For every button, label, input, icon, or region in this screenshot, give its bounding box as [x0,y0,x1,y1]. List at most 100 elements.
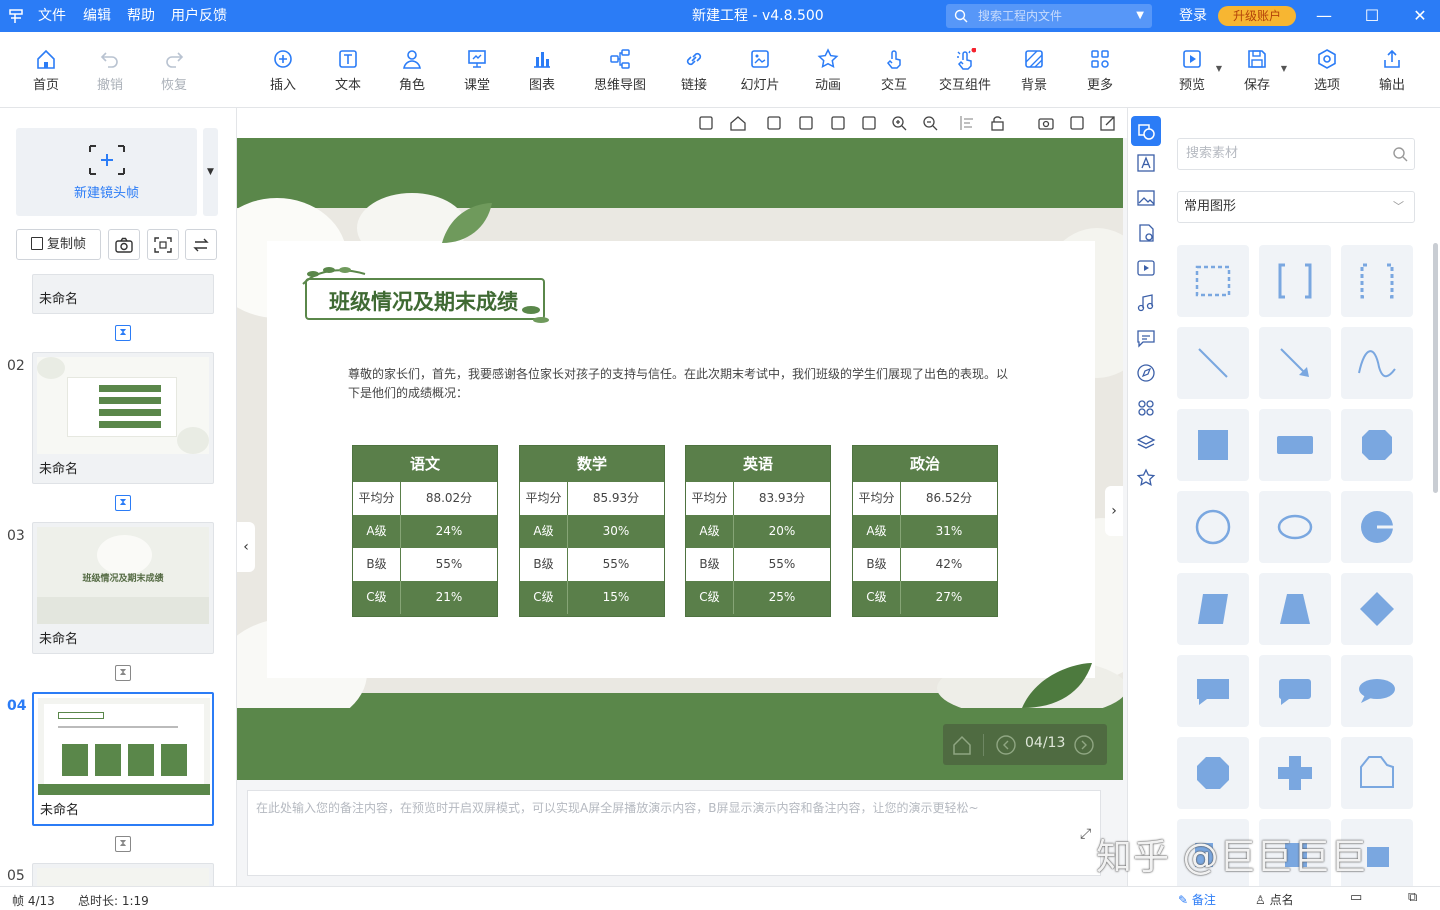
copy-icon[interactable] [829,114,847,132]
collapse-right-tab[interactable]: › [1105,486,1123,536]
shape-brackets-dashed[interactable] [1341,245,1413,317]
score-table[interactable]: 英语 平均分 83.93分 A级 20% B级 55% C级 25% [685,445,831,617]
favorite-star-icon[interactable] [1135,467,1157,489]
score-table[interactable]: 语文 平均分 88.02分 A级 24% B级 55% C级 21% [352,445,498,617]
shape-ellipse[interactable] [1259,491,1331,563]
shape-parallelogram[interactable] [1177,573,1249,645]
toolbar-bar-chart-button[interactable]: 图表 [516,32,568,108]
rotate-right-icon[interactable] [797,114,815,132]
toolbar-text-button[interactable]: 文本 [322,32,374,108]
align-frame-icon[interactable] [697,114,715,132]
toolbar-undo-button[interactable]: 撤销 [84,32,136,108]
assets-search-input[interactable]: 搜索素材 [1177,138,1415,170]
score-table[interactable]: 政治 平均分 86.52分 A级 31% B级 42% C级 27% [852,445,998,617]
screen-icon[interactable]: ▭ [1350,890,1362,905]
edit-icon[interactable] [1099,114,1117,132]
shape-arrow[interactable] [1259,327,1331,399]
frame-thumb-5[interactable] [32,863,214,886]
next-icon[interactable] [1073,734,1095,756]
zoom-in-icon[interactable] [890,114,908,132]
shape-brackets[interactable] [1259,245,1331,317]
shape-diamond[interactable] [1341,573,1413,645]
frame-thumb-2[interactable]: 未命名 [32,352,214,484]
toolbar-mindmap-button[interactable]: 思维导图 [585,32,655,108]
frame-settings-icon[interactable] [1068,114,1086,132]
toolbar-preview-button[interactable]: 预览 ▼ [1166,32,1222,108]
search-icon[interactable] [1392,146,1408,162]
toolbar-save-button[interactable]: 保存 ▼ [1231,32,1287,108]
align-left-icon[interactable] [958,114,976,132]
document-icon[interactable] [1135,222,1157,244]
shape-freeform[interactable] [1341,737,1413,809]
compass-icon[interactable] [1135,362,1157,384]
score-table[interactable]: 数学 平均分 85.93分 A级 30% B级 55% C级 15% [519,445,665,617]
maximize-icon[interactable]: ☐ [1352,0,1392,32]
prev-icon[interactable] [995,734,1017,756]
minimize-icon[interactable]: — [1304,0,1344,32]
copy-frame-button[interactable]: 复制帧 [16,229,101,260]
new-frame-button[interactable]: 新建镜头帧 [16,128,197,216]
toolbar-background-button[interactable]: 背景 [1008,32,1060,108]
rollcall-button[interactable]: ♙ 点名 [1255,891,1294,908]
transition-button[interactable] [185,229,217,260]
toolbar-options-button[interactable]: 选项 [1301,32,1353,108]
toolbar-classroom-button[interactable]: 课堂 [451,32,503,108]
window-icon[interactable]: ⧉ [1408,890,1417,905]
shape-rect-dashed[interactable] [1177,245,1249,317]
close-icon[interactable]: ✕ [1400,0,1440,32]
paste-icon[interactable] [860,114,878,132]
collapse-left-tab[interactable]: ‹ [237,522,255,572]
shape-speech-rounded[interactable] [1259,655,1331,727]
layers-icon[interactable] [1135,432,1157,454]
shape-trapezoid[interactable] [1259,573,1331,645]
notes-toggle[interactable]: ✎ 备注 [1178,891,1216,908]
frame-thumb-3[interactable]: 班级情况及期末成绩 未命名 [32,522,214,654]
toolbar-interactive-component-button[interactable]: 交互组件 [934,32,996,108]
menu-file[interactable]: 文件 [38,0,66,32]
slide-intro-text[interactable]: 尊敬的家长们，首先，我要感谢各位家长对孩子的支持与信任。在此次期末考试中，我们班… [348,365,1013,403]
comment-icon[interactable] [1135,327,1157,349]
home-icon[interactable] [951,734,973,756]
menu-feedback[interactable]: 用户反馈 [171,0,227,32]
slide-title[interactable]: 班级情况及期末成绩 [329,286,518,316]
zoom-out-icon[interactable] [921,114,939,132]
video-icon[interactable] [1135,257,1157,279]
shapes-tab-icon[interactable] [1131,116,1161,146]
app-logo-icon[interactable] [8,8,24,24]
upgrade-button[interactable]: 升级账户 [1218,6,1296,26]
toolbar-star-button[interactable]: 动画 [802,32,854,108]
toolbar-grid-more-button[interactable]: 更多 [1074,32,1126,108]
toolbar-export-button[interactable]: 输出 [1366,32,1418,108]
shape-rect[interactable] [1259,409,1331,481]
shape-line[interactable] [1177,327,1249,399]
home-view-icon[interactable] [729,114,747,132]
panel-scrollbar[interactable] [1433,243,1438,493]
chevron-down-icon[interactable]: ▼ [1216,64,1222,73]
new-frame-dropdown[interactable]: ▼ [203,128,218,216]
toolbar-home-button[interactable]: 首页 [20,32,72,108]
expand-icon[interactable]: ⤢ [1080,826,1091,842]
shape-speech-rect[interactable] [1177,655,1249,727]
transition-icon[interactable]: ⧗ [115,665,131,681]
transition-icon[interactable]: ⧗ [115,495,131,511]
shape-category-select[interactable]: 常用图形 ﹀ [1177,191,1415,223]
toolbar-redo-button[interactable]: 恢复 [148,32,200,108]
login-link[interactable]: 登录 [1179,0,1207,32]
camera-icon[interactable] [1037,114,1055,132]
project-search-input[interactable]: 搜索工程内文件 ▼ [946,4,1152,28]
camera-frame-button[interactable] [108,229,140,260]
image-icon[interactable] [1135,187,1157,209]
chevron-down-icon[interactable]: ▼ [1136,4,1144,28]
toolbar-person-button[interactable]: 角色 [386,32,438,108]
frame-thumb-1[interactable]: 未命名 [32,274,214,314]
menu-help[interactable]: 帮助 [127,0,155,32]
shape-circle-cut[interactable] [1341,491,1413,563]
shape-curve[interactable] [1341,327,1413,399]
shape-speech-ellipse[interactable] [1341,655,1413,727]
shape-octagon-rounded[interactable] [1341,409,1413,481]
components-icon[interactable] [1135,397,1157,419]
shape-circle[interactable] [1177,491,1249,563]
rotate-left-icon[interactable] [765,114,783,132]
text-frame-icon[interactable] [1135,152,1157,174]
toolbar-slides-button[interactable]: 幻灯片 [732,32,788,108]
